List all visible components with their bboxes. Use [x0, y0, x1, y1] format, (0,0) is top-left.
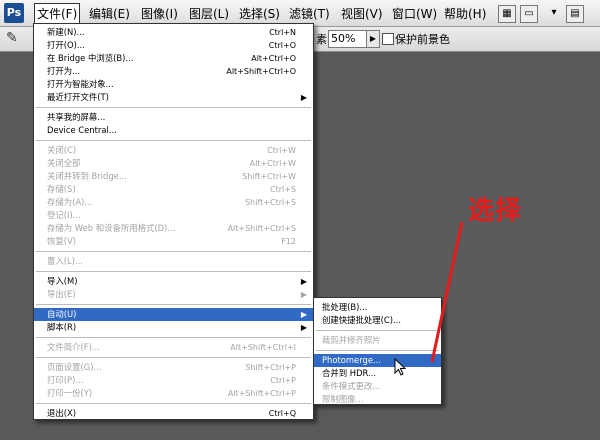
annotation-label: 选择: [468, 196, 523, 226]
mouse-cursor-icon: [394, 358, 407, 376]
annotation-line: [430, 221, 464, 363]
